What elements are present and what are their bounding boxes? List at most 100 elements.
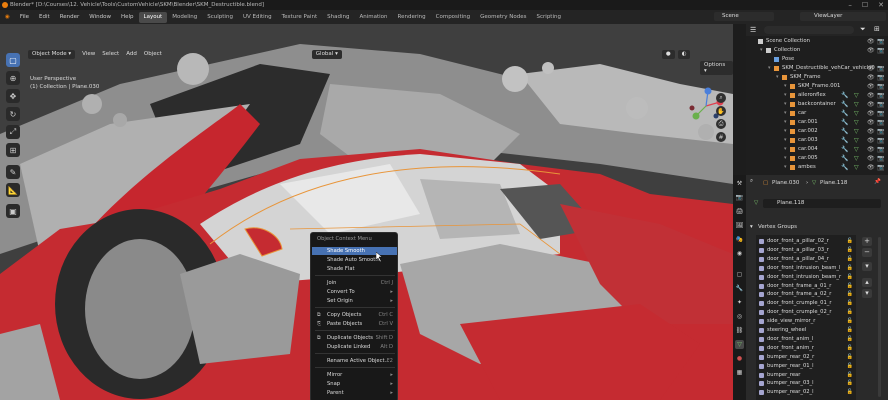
move-group-down-button[interactable]: ▾: [862, 289, 872, 298]
lock-icon[interactable]: 🔓: [847, 379, 853, 388]
vertex-group-row[interactable]: door_front_crumple_01_r 🔓: [756, 299, 856, 308]
scale-tool-icon[interactable]: ⤢: [6, 125, 20, 139]
render-camera-icon[interactable]: 📷: [877, 91, 884, 100]
outliner-row[interactable]: ▾ car.002 🔧 ▽ 👁 📷: [746, 127, 888, 136]
menu-item-mirror[interactable]: Mirror ▸: [312, 371, 397, 379]
vertex-groups-panel-header[interactable]: Vertex Groups: [758, 224, 797, 230]
menu-item-convert-to[interactable]: Convert To ▸: [312, 288, 397, 296]
outliner-search-field[interactable]: [764, 26, 854, 34]
lock-icon[interactable]: 🔓: [847, 308, 853, 317]
lock-icon[interactable]: 🔓: [847, 273, 853, 282]
visibility-eye-icon[interactable]: 👁: [867, 64, 875, 73]
modifier-icon[interactable]: 🔧: [841, 127, 848, 136]
minimize-button[interactable]: –: [848, 0, 852, 10]
menu-help[interactable]: Help: [116, 14, 139, 20]
visibility-eye-icon[interactable]: 👁: [867, 118, 875, 127]
modifier-icon[interactable]: 🔧: [841, 154, 848, 163]
mesh-data-icon[interactable]: ▽: [854, 118, 859, 127]
outliner-row[interactable]: Scene Collection 👁 📷: [746, 37, 888, 46]
menu-item-shade-smooth[interactable]: Shade Smooth: [312, 247, 397, 255]
lock-icon[interactable]: 🔓: [847, 353, 853, 362]
mesh-data-icon[interactable]: ▽: [854, 136, 859, 145]
outliner-row[interactable]: ▾ SKM_Frame 👁 📷: [746, 73, 888, 82]
viewport-menu-select[interactable]: Select: [102, 51, 119, 57]
pin-icon[interactable]: 📌: [874, 179, 881, 185]
lock-icon[interactable]: 🔓: [847, 255, 853, 264]
outliner-filter-icon[interactable]: ⏷: [860, 25, 866, 34]
expand-chevron-icon[interactable]: ▾: [776, 73, 781, 80]
tool-properties-tab-icon[interactable]: ⚒: [735, 179, 744, 188]
view-layer-properties-tab-icon[interactable]: 🖼: [735, 221, 744, 230]
modifier-icon[interactable]: 🔧: [841, 109, 848, 118]
lock-icon[interactable]: 🔓: [847, 371, 853, 380]
ortho-grid-icon[interactable]: #: [716, 132, 726, 142]
expand-chevron-icon[interactable]: ▾: [784, 109, 789, 116]
outliner-row[interactable]: ▾ backcontainer 🔧 ▽ 👁 📷: [746, 100, 888, 109]
outliner-row[interactable]: Pose: [746, 55, 888, 64]
mesh-data-icon[interactable]: ▽: [854, 163, 859, 172]
vertex-group-row[interactable]: door_front_a_pillar_02_r 🔓: [756, 237, 856, 246]
menu-item-duplicate-objects[interactable]: ⧉ Duplicate Objects Shift D: [312, 334, 397, 342]
blender-menu-icon[interactable]: ◉: [0, 14, 15, 20]
outliner-row[interactable]: ▾ SKM_Destructible_vehCar_vehicle0 👁 📷: [746, 64, 888, 73]
menu-item-set-origin[interactable]: Set Origin ▸: [312, 297, 397, 305]
expand-chevron-icon[interactable]: ▾: [760, 46, 765, 53]
menu-file[interactable]: File: [15, 14, 34, 20]
output-properties-tab-icon[interactable]: 🖨: [735, 207, 744, 216]
modifier-properties-tab-icon[interactable]: 🔧: [735, 284, 744, 293]
transform-tool-icon[interactable]: ⊞: [6, 143, 20, 157]
outliner-row[interactable]: ▾ SKM_Frame.001 👁 📷: [746, 82, 888, 91]
workspace-tab-layout[interactable]: Layout: [138, 11, 168, 23]
menu-item-parent[interactable]: Parent ▸: [312, 389, 397, 397]
visibility-eye-icon[interactable]: 👁: [867, 46, 875, 55]
render-camera-icon[interactable]: 📷: [877, 82, 884, 91]
vertex-group-row[interactable]: bumper_rear_02_l 🔓: [756, 388, 856, 397]
vertex-group-row[interactable]: bumper_rear_01_l 🔓: [756, 362, 856, 371]
add-cube-tool-icon[interactable]: ▣: [6, 204, 20, 218]
visibility-eye-icon[interactable]: 👁: [867, 100, 875, 109]
visibility-eye-icon[interactable]: 👁: [867, 136, 875, 145]
render-properties-tab-icon[interactable]: 📷: [735, 193, 744, 202]
shading-solid-button[interactable]: ●: [661, 49, 675, 59]
transform-orientation-dropdown[interactable]: Global ▾: [311, 49, 342, 59]
scene-selector[interactable]: Scene: [714, 12, 774, 21]
mesh-data-icon[interactable]: ▽: [854, 154, 859, 163]
visibility-eye-icon[interactable]: 👁: [867, 73, 875, 82]
outliner-row[interactable]: ▾ car.004 🔧 ▽ 👁 📷: [746, 145, 888, 154]
visibility-eye-icon[interactable]: 👁: [867, 163, 875, 172]
annotate-tool-icon[interactable]: ✎: [6, 165, 20, 179]
material-properties-tab-icon[interactable]: ●: [735, 354, 744, 363]
outliner-row[interactable]: ▾ car.005 🔧 ▽ 👁 📷: [746, 154, 888, 163]
lock-icon[interactable]: 🔓: [847, 237, 853, 246]
object-properties-tab-icon[interactable]: ▢: [735, 270, 744, 279]
workspace-tab-texture-paint[interactable]: Texture Paint: [277, 12, 323, 23]
maximize-button[interactable]: ☐: [862, 0, 868, 10]
render-camera-icon[interactable]: 📷: [877, 64, 884, 73]
menu-item-shade-flat[interactable]: Shade Flat: [312, 265, 397, 273]
render-camera-icon[interactable]: 📷: [877, 46, 884, 55]
visibility-eye-icon[interactable]: 👁: [867, 127, 875, 136]
render-camera-icon[interactable]: 📷: [877, 118, 884, 127]
lock-icon[interactable]: 🔓: [847, 317, 853, 326]
workspace-tab-compositing[interactable]: Compositing: [431, 12, 475, 23]
close-button[interactable]: ✕: [878, 0, 884, 10]
move-group-up-button[interactable]: ▴: [862, 278, 872, 287]
lock-icon[interactable]: 🔓: [847, 335, 853, 344]
render-camera-icon[interactable]: 📷: [877, 100, 884, 109]
lock-icon[interactable]: 🔓: [847, 388, 853, 397]
menu-item-join[interactable]: Join Ctrl J: [312, 279, 397, 287]
texture-properties-tab-icon[interactable]: ▦: [735, 368, 744, 377]
3d-viewport[interactable]: Object Mode ▾ View Select Add Object Glo…: [0, 24, 733, 400]
render-camera-icon[interactable]: 📷: [877, 109, 884, 118]
lock-icon[interactable]: 🔓: [847, 326, 853, 335]
modifier-icon[interactable]: 🔧: [841, 136, 848, 145]
render-camera-icon[interactable]: 📷: [877, 163, 884, 172]
vertex-group-row[interactable]: side_view_mirror_r 🔓: [756, 317, 856, 326]
lock-icon[interactable]: 🔓: [847, 290, 853, 299]
render-camera-icon[interactable]: 📷: [877, 127, 884, 136]
world-properties-tab-icon[interactable]: ◉: [735, 249, 744, 258]
visibility-eye-icon[interactable]: 👁: [867, 91, 875, 100]
vertex-group-specials-button[interactable]: ▾: [862, 262, 872, 271]
vertex-group-row[interactable]: door_front_intrusion_beam_r 🔓: [756, 273, 856, 282]
expand-chevron-icon[interactable]: ▾: [784, 163, 789, 170]
